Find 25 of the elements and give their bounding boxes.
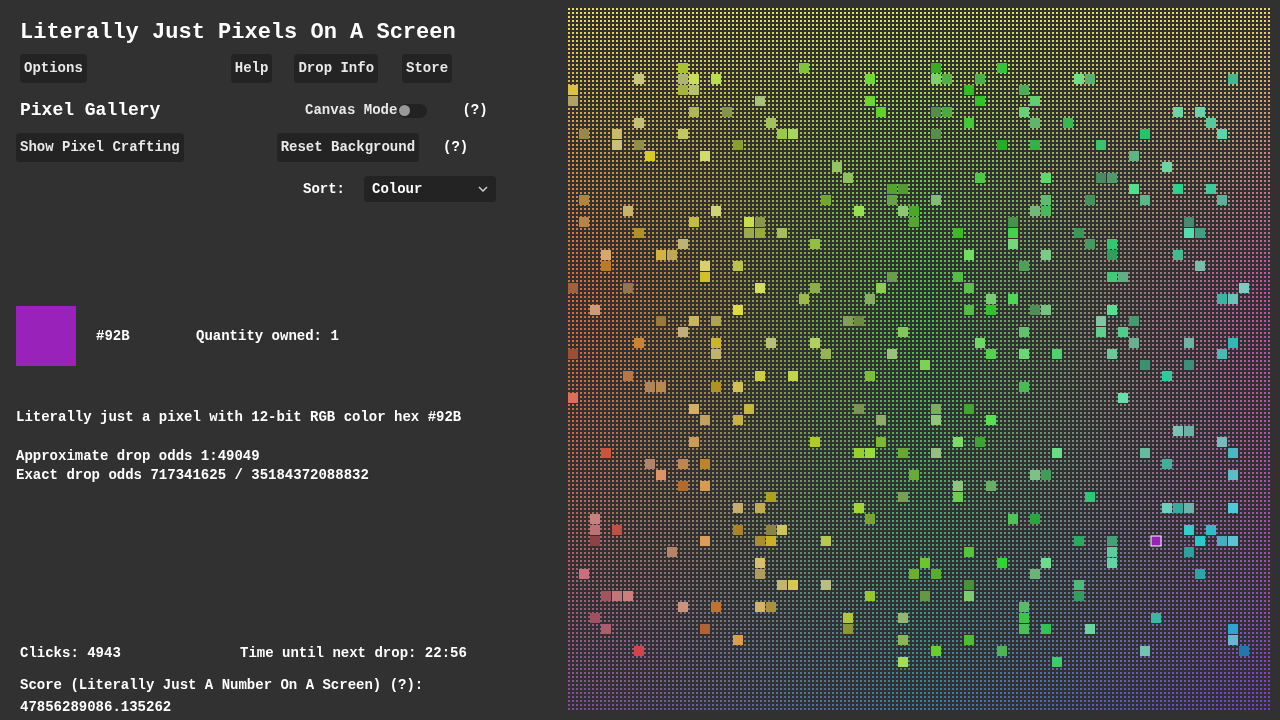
help-marker[interactable]: (?) — [462, 100, 488, 121]
canvas-mode-toggle[interactable] — [398, 103, 428, 118]
quantity-owned: Quantity owned: 1 — [196, 326, 339, 346]
sort-label: Sort: — [303, 179, 345, 199]
next-drop-timer: Time until next drop: 22:56 — [240, 644, 467, 663]
canvas-mode-label: Canvas Mode — [305, 101, 398, 120]
sort-select[interactable]: Colour — [364, 176, 496, 202]
score-value: 47856289086.135262 — [20, 698, 173, 717]
pixel-description: Literally just a pixel with 12-bit RGB color hex #92B — [16, 408, 463, 427]
approximate-odds: Approximate drop odds 1:49049 — [16, 447, 261, 466]
help-marker[interactable]: (?) — [443, 137, 469, 158]
nav-button[interactable]: Drop Info — [294, 54, 379, 83]
nav-button[interactable]: Store — [402, 54, 453, 83]
hex-code: #92B — [96, 326, 131, 346]
score-label: Score (Literally Just A Number On A Screen) (?): — [20, 676, 425, 695]
show-crafting-button[interactable]: Show Pixel Crafting — [16, 133, 184, 162]
nav-button[interactable]: Options — [20, 54, 87, 83]
pixel-grid-drawing[interactable] — [568, 8, 1272, 712]
chevron-icon — [478, 186, 488, 192]
reset-background-button[interactable]: Reset Background — [276, 133, 420, 162]
exact-odds: Exact drop odds 717341625 / 35184372088832 — [16, 466, 370, 485]
nav-button[interactable]: Help — [230, 54, 273, 83]
gallery-heading: Pixel Gallery — [20, 99, 162, 122]
app-title: Literally Just Pixels On A Screen — [20, 19, 457, 47]
clicks-counter: Clicks: 4943 — [20, 644, 122, 663]
